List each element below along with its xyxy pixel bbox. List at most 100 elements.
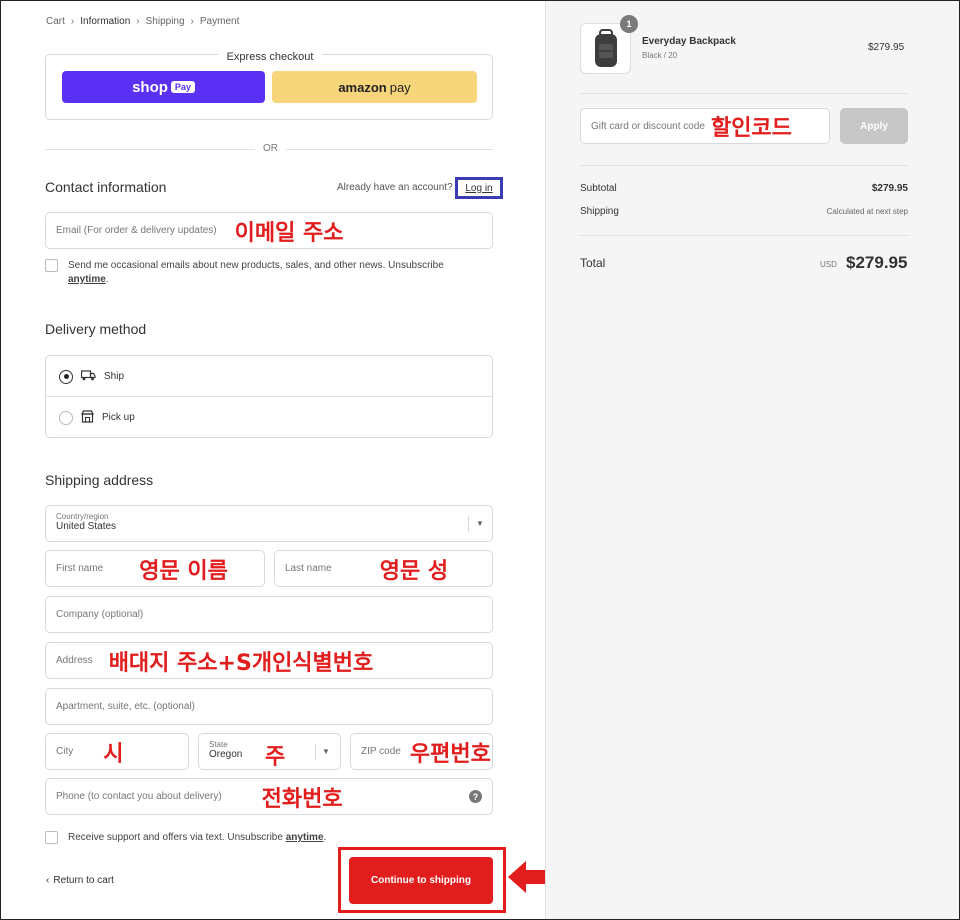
- email-placeholder: Email (For order & delivery updates): [56, 225, 217, 236]
- breadcrumb-cart[interactable]: Cart: [46, 16, 65, 27]
- zip-field[interactable]: ZIP code 우편번호: [350, 733, 493, 770]
- currency-code: USD: [820, 260, 837, 269]
- last-name-field[interactable]: Last name 영문 성: [274, 550, 493, 587]
- subtotal-value: $279.95: [871, 183, 908, 194]
- address-placeholder: Address: [56, 655, 93, 666]
- shipping-value: Calculated at next step: [826, 207, 908, 216]
- account-prompt: Already have an account?: [337, 182, 453, 193]
- breadcrumb-shipping: Shipping: [145, 16, 185, 27]
- city-field[interactable]: City 시: [45, 733, 189, 770]
- sms-period: .: [323, 832, 327, 843]
- last-name-placeholder: Last name: [285, 563, 332, 574]
- chevron-left-icon: ‹: [46, 875, 50, 886]
- company-placeholder: Company (optional): [56, 609, 144, 620]
- breadcrumb-information: Information: [80, 16, 131, 27]
- checkout-form-panel: Cart › Information › Shipping › Payment …: [0, 0, 552, 920]
- newsletter-text: Send me occasional emails about new prod…: [68, 259, 488, 287]
- discount-code-field[interactable]: Gift card or discount code 할인코드: [580, 108, 830, 144]
- login-link[interactable]: Log in: [455, 177, 503, 199]
- ship-radio[interactable]: [59, 369, 73, 384]
- select-divider: [315, 744, 316, 760]
- state-select[interactable]: State Oregon 주 ▼: [198, 733, 341, 770]
- product-price: $279.95: [868, 42, 905, 53]
- last-name-annotation: 영문 성: [379, 558, 449, 584]
- sms-text: Receive support and offers via text. Uns…: [68, 831, 326, 845]
- chevron-down-icon: ▼: [322, 747, 330, 756]
- summary-divider: [580, 235, 908, 236]
- first-name-field[interactable]: First name 영문 이름: [45, 550, 265, 587]
- backpack-icon: [594, 28, 617, 67]
- help-icon[interactable]: ?: [469, 790, 482, 803]
- amazon-pay-logo-bold: amazon: [338, 79, 387, 95]
- return-label: Return to cart: [53, 875, 114, 886]
- chevron-down-icon: ▼: [476, 519, 484, 528]
- sms-unsubscribe-link[interactable]: anytime: [286, 832, 324, 843]
- delivery-option-ship[interactable]: Ship: [46, 356, 492, 397]
- shop-pay-button[interactable]: shop Pay: [62, 71, 265, 103]
- phone-annotation: 전화번호: [261, 786, 343, 812]
- contact-information-title: Contact information: [45, 179, 167, 195]
- zip-annotation: 우편번호: [409, 741, 491, 767]
- amazon-pay-button[interactable]: amazon pay: [272, 71, 477, 103]
- discount-annotation: 할인코드: [710, 116, 792, 141]
- delivery-option-pickup[interactable]: Pick up: [46, 397, 492, 438]
- express-checkout: Express checkout shop Pay amazon pay: [45, 51, 493, 120]
- sms-label: Receive support and offers via text. Uns…: [68, 832, 283, 843]
- ship-label: Ship: [104, 371, 125, 382]
- pickup-radio[interactable]: [59, 410, 73, 425]
- delivery-method-title: Delivery method: [45, 321, 147, 337]
- state-annotation: 주: [265, 745, 286, 770]
- country-label: Country/region: [56, 512, 109, 521]
- chevron-right-icon: ›: [190, 16, 194, 27]
- total-value: $279.95: [846, 253, 908, 272]
- newsletter-period: .: [105, 274, 109, 285]
- total-label: Total: [580, 256, 606, 270]
- address-annotation: 배대지 주소+S개인식별번호: [108, 650, 374, 676]
- shop-pay-logo-text: shop: [132, 78, 168, 96]
- express-checkout-title: Express checkout: [217, 51, 323, 63]
- summary-divider: [580, 93, 908, 94]
- shipping-label: Shipping: [580, 206, 619, 217]
- phone-placeholder: Phone (to contact you about delivery): [56, 791, 222, 802]
- return-to-cart-link[interactable]: ‹ Return to cart: [46, 875, 114, 886]
- discount-placeholder: Gift card or discount code: [591, 120, 705, 132]
- truck-icon: [80, 369, 96, 384]
- company-field[interactable]: Company (optional): [45, 596, 493, 633]
- select-divider: [468, 516, 469, 532]
- email-field[interactable]: Email (For order & delivery updates) 이메일…: [45, 212, 493, 249]
- quantity-badge: 1: [620, 15, 638, 33]
- city-annotation: 시: [103, 741, 124, 767]
- apply-button[interactable]: Apply: [840, 108, 908, 144]
- order-summary-panel: 1 Everyday Backpack Black / 20 $279.95 G…: [545, 0, 960, 920]
- address-field[interactable]: Address 배대지 주소+S개인식별번호: [45, 642, 493, 679]
- breadcrumb-payment: Payment: [199, 16, 240, 27]
- delivery-method-options: Ship Pick up: [45, 355, 493, 438]
- pickup-label: Pick up: [102, 412, 135, 423]
- product-name: Everyday Backpack: [642, 36, 736, 47]
- first-name-annotation: 영문 이름: [139, 558, 228, 584]
- newsletter-label: Send me occasional emails about new prod…: [68, 260, 444, 271]
- store-icon: [81, 409, 94, 426]
- city-placeholder: City: [56, 746, 74, 757]
- phone-field[interactable]: Phone (to contact you about delivery) 전화…: [45, 778, 493, 815]
- chevron-right-icon: ›: [136, 16, 140, 27]
- apartment-placeholder: Apartment, suite, etc. (optional): [56, 701, 195, 712]
- continue-to-shipping-button[interactable]: Continue to shipping: [349, 857, 493, 904]
- email-annotation: 이메일 주소: [234, 220, 344, 246]
- amazon-pay-logo-text: pay: [389, 79, 411, 95]
- chevron-right-icon: ›: [70, 16, 75, 27]
- newsletter-checkbox[interactable]: [45, 259, 58, 272]
- shipping-address-title: Shipping address: [45, 472, 154, 488]
- apartment-field[interactable]: Apartment, suite, etc. (optional): [45, 688, 493, 725]
- subtotal-label: Subtotal: [580, 183, 617, 194]
- product-variant: Black / 20: [642, 51, 678, 60]
- first-name-placeholder: First name: [56, 563, 104, 574]
- sms-checkbox[interactable]: [45, 831, 58, 844]
- shop-pay-logo-badge: Pay: [170, 81, 195, 93]
- country-value: United States: [56, 521, 117, 532]
- zip-placeholder: ZIP code: [361, 746, 401, 757]
- newsletter-unsubscribe-link[interactable]: anytime: [68, 274, 106, 285]
- breadcrumb: Cart › Information › Shipping › Payment: [46, 16, 239, 27]
- country-select[interactable]: Country/region United States ▼: [45, 505, 493, 542]
- or-label: OR: [255, 143, 286, 154]
